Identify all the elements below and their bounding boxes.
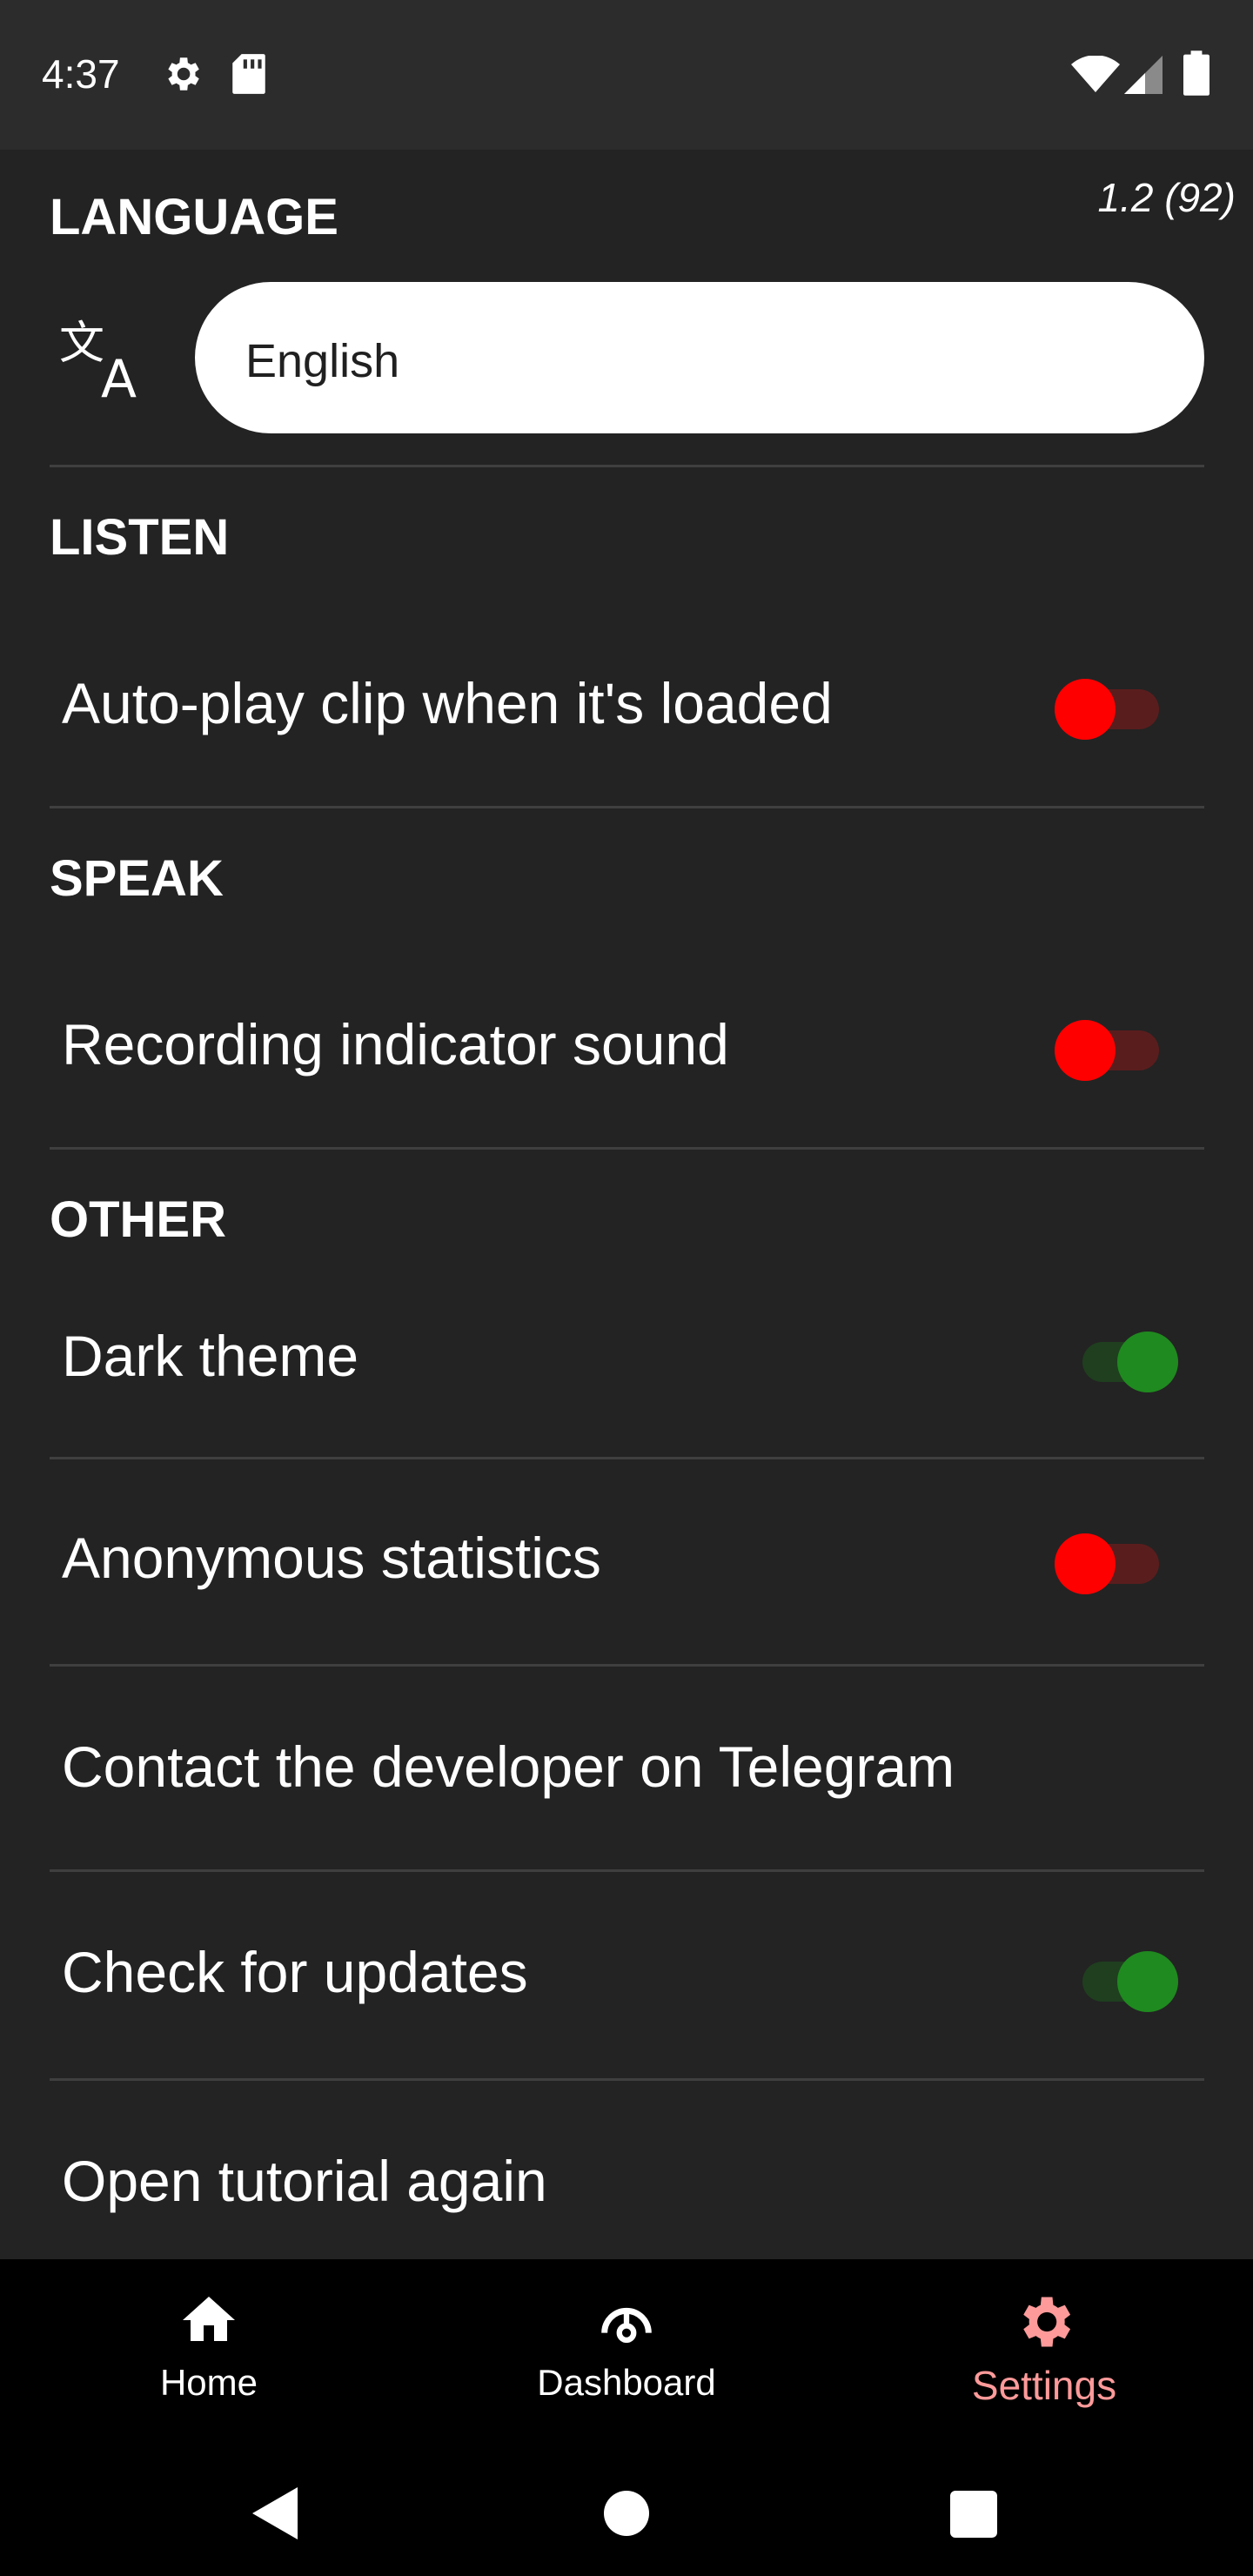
autoplay-toggle[interactable] bbox=[1055, 670, 1159, 740]
nav-home-label: Home bbox=[159, 2362, 258, 2403]
recording-sound-label[interactable]: Recording indicator sound bbox=[62, 1011, 729, 1077]
battery-icon bbox=[1183, 50, 1209, 100]
status-time: 4:37 bbox=[42, 51, 120, 97]
nav-dashboard-label: Dashboard bbox=[537, 2362, 716, 2403]
check-updates-label[interactable]: Check for updates bbox=[62, 1939, 528, 2005]
section-title-other: OTHER bbox=[50, 1191, 226, 1248]
status-bar: 4:37 bbox=[0, 0, 1253, 150]
anon-stats-toggle[interactable] bbox=[1055, 1525, 1159, 1594]
home-icon bbox=[183, 2297, 235, 2341]
language-selected-value: English bbox=[245, 335, 400, 387]
toggle-thumb bbox=[1055, 1533, 1116, 1594]
contact-telegram-item[interactable]: Contact the developer on Telegram bbox=[62, 1734, 955, 1800]
section-title-speak: SPEAK bbox=[50, 850, 224, 907]
divider bbox=[50, 465, 1204, 467]
divider bbox=[50, 1147, 1204, 1150]
divider bbox=[50, 2078, 1204, 2081]
nav-home[interactable]: Home bbox=[0, 2259, 418, 2451]
dark-theme-label[interactable]: Dark theme bbox=[62, 1323, 358, 1389]
anon-stats-label[interactable]: Anonymous statistics bbox=[62, 1525, 601, 1591]
sd-card-icon bbox=[230, 52, 268, 100]
divider bbox=[50, 1457, 1204, 1459]
divider bbox=[50, 1869, 1204, 1872]
toggle-thumb bbox=[1117, 1951, 1178, 2012]
section-title-listen: LISTEN bbox=[50, 509, 230, 566]
toggle-thumb bbox=[1117, 1332, 1178, 1392]
svg-text:A: A bbox=[101, 349, 137, 404]
nav-dashboard[interactable]: Dashboard bbox=[418, 2259, 835, 2451]
svg-text:文: 文 bbox=[59, 318, 104, 370]
signal-icon bbox=[1124, 56, 1163, 98]
divider bbox=[50, 1664, 1204, 1667]
app-version: 1.2 (92) bbox=[1097, 175, 1236, 220]
bottom-navigation: Home Dashboard Settings bbox=[0, 2259, 1253, 2451]
recording-sound-toggle[interactable] bbox=[1055, 1011, 1159, 1081]
nav-settings[interactable]: Settings bbox=[835, 2259, 1253, 2451]
dark-theme-toggle[interactable] bbox=[1058, 1323, 1178, 1392]
toggle-thumb bbox=[1055, 679, 1116, 740]
back-icon[interactable] bbox=[252, 2487, 298, 2544]
gear-icon bbox=[1023, 2297, 1071, 2347]
nav-settings-label: Settings bbox=[971, 2363, 1117, 2408]
autoplay-label[interactable]: Auto-play clip when it's loaded bbox=[62, 670, 833, 736]
check-updates-toggle[interactable] bbox=[1058, 1942, 1178, 2012]
section-title-language: LANGUAGE bbox=[50, 189, 338, 245]
wifi-icon bbox=[1070, 55, 1121, 98]
open-tutorial-item[interactable]: Open tutorial again bbox=[62, 2148, 547, 2214]
divider bbox=[50, 806, 1204, 808]
dashboard-icon bbox=[601, 2307, 652, 2344]
settings-content[interactable]: 1.2 (92) LANGUAGE 文 A English LISTEN Aut… bbox=[0, 150, 1253, 2259]
toggle-thumb bbox=[1055, 1020, 1116, 1081]
settings-icon bbox=[160, 52, 204, 100]
system-nav-bar bbox=[0, 2451, 1253, 2576]
language-select[interactable]: English bbox=[195, 282, 1204, 433]
recents-square-icon[interactable] bbox=[950, 2491, 997, 2542]
translate-icon: 文 A bbox=[59, 317, 157, 410]
home-circle-icon[interactable] bbox=[604, 2491, 649, 2540]
